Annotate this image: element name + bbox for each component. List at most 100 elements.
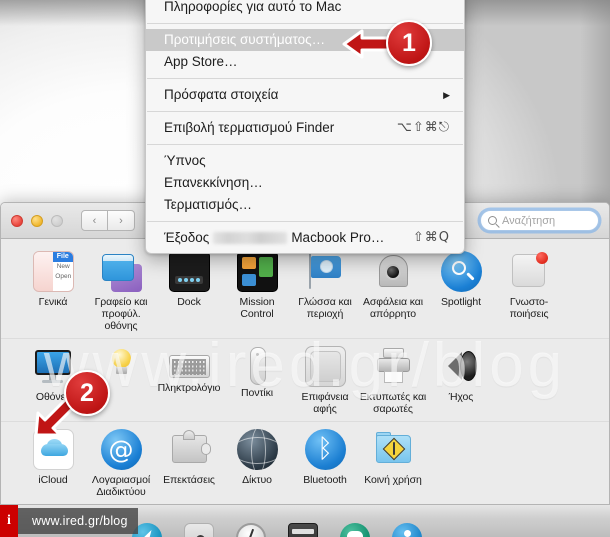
search-area: Αναζήτηση (480, 210, 599, 231)
pref-spotlight[interactable]: Spotlight (427, 251, 495, 332)
submenu-arrow-icon: ▶ (443, 90, 450, 100)
zoom-button (51, 214, 63, 227)
pref-desktop-screensaver[interactable]: Γραφείο και προφύλ. οθόνης (87, 251, 155, 332)
spotlight-icon (440, 251, 482, 292)
back-button[interactable]: ‹ (81, 210, 108, 231)
sharing-icon (373, 429, 414, 470)
pref-trackpad[interactable]: Επιφάνεια αφής (291, 346, 359, 415)
menu-separator (147, 78, 463, 79)
language-region-icon (305, 251, 346, 292)
pref-label: Dock (177, 296, 201, 308)
menu-item-sleep[interactable]: Ύπνος (146, 150, 464, 172)
log-out-suffix: Macbook Pro… (291, 230, 385, 245)
extensions-icon (169, 429, 211, 470)
menu-separator (147, 221, 463, 222)
minimize-button[interactable] (31, 214, 43, 227)
menu-item-label: Επιβολή τερματισμού Finder (164, 120, 335, 135)
search-placeholder: Αναζήτηση (502, 214, 556, 227)
security-privacy-icon (373, 251, 414, 292)
watermark-url: www.ired.gr/blog (18, 508, 138, 534)
menu-item-log-out[interactable]: Έξοδος Macbook Pro… ⇧⌘Q (146, 227, 464, 249)
sound-icon (441, 346, 482, 387)
pref-label: Επεκτάσεις (163, 474, 215, 486)
pref-label: Γνωστο- ποιήσεις (509, 296, 549, 320)
pref-language-region[interactable]: Γλώσσα και περιοχή (291, 251, 359, 332)
mission-control-icon (236, 251, 278, 292)
pref-network[interactable]: Δίκτυο (223, 429, 291, 498)
pref-label: Γενικά (38, 296, 68, 308)
pref-label: Πληκτρολόγιο (157, 382, 221, 394)
traffic-lights (11, 214, 63, 227)
menu-item-shortcut: ⇧⌘Q (412, 230, 450, 245)
pref-label: Γλώσσα και περιοχή (298, 296, 352, 320)
pref-extensions[interactable]: Επεκτάσεις (155, 429, 223, 498)
dock-icons (118, 523, 610, 537)
general-icon: File New Open (32, 251, 74, 292)
preferences-row-1: File New Open Γενικά Γραφείο και προφύλ. ο… (1, 243, 609, 338)
pref-sharing[interactable]: Κοινή χρήση (359, 429, 427, 498)
pref-label: Λογαριασμοί Διαδικτύου (91, 474, 151, 498)
log-out-user-redacted (213, 232, 288, 244)
pref-bluetooth[interactable]: ᛒ Bluetooth (291, 429, 359, 498)
mail-icon[interactable] (184, 523, 214, 537)
pref-label: Ποντίκι (240, 387, 274, 399)
pref-label: Κοινή χρήση (364, 474, 422, 486)
notifications-icon (509, 251, 550, 292)
contacts-icon[interactable] (392, 523, 422, 537)
pref-label: Bluetooth (303, 474, 347, 486)
pref-sound[interactable]: Ήχος (427, 346, 495, 415)
mouse-icon (237, 346, 278, 387)
menu-item-shortcut: ⌥⇧⌘⎋ (396, 120, 450, 135)
menu-separator (147, 144, 463, 145)
pref-label: iCloud (38, 474, 68, 486)
pref-label: Επιφάνεια αφής (301, 391, 349, 415)
menu-item-label: Επανεκκίνηση… (164, 175, 263, 190)
pref-general[interactable]: File New Open Γενικά (19, 251, 87, 332)
callout-badge-1: 1 (386, 20, 432, 66)
dock-icon (168, 251, 210, 292)
search-input[interactable]: Αναζήτηση (480, 210, 599, 231)
pref-label: Γραφείο και προφύλ. οθόνης (94, 296, 148, 332)
site-watermark-tag: i www.ired.gr/blog (0, 505, 138, 537)
keyboard-icon (168, 355, 210, 378)
printers-scanners-icon (373, 346, 414, 387)
network-icon (236, 429, 278, 470)
forward-button[interactable]: › (108, 210, 135, 231)
pref-label: Ήχος (448, 391, 474, 403)
pref-mission-control[interactable]: Mission Control (223, 251, 291, 332)
screenshot-root: ‹ › Αναζήτηση File New Open Γενικά Γραφε… (0, 0, 610, 537)
pref-printers-scanners[interactable]: Εκτυπωτές και σαρωτές (359, 346, 427, 415)
close-button[interactable] (11, 214, 23, 227)
menu-item-about-this-mac[interactable]: Πληροφορίες για αυτό το Mac (146, 0, 464, 18)
menu-item-label: Τερματισμός… (164, 197, 253, 212)
messages-icon[interactable] (340, 523, 370, 537)
menu-item-label: Πληροφορίες για αυτό το Mac (164, 0, 342, 14)
clock-icon[interactable] (236, 523, 266, 537)
menu-item-shut-down[interactable]: Τερματισμός… (146, 194, 464, 216)
pref-notifications[interactable]: Γνωστο- ποιήσεις (495, 251, 563, 332)
pref-label: Εκτυπωτές και σαρωτές (359, 391, 427, 415)
calculator-icon[interactable] (288, 523, 318, 537)
menu-item-label: Πρόσφατα στοιχεία (164, 87, 279, 102)
callout-badge-2: 2 (64, 370, 110, 416)
menu-item-force-quit-finder[interactable]: Επιβολή τερματισμού Finder ⌥⇧⌘⎋ (146, 117, 464, 139)
menu-item-recent-items[interactable]: Πρόσφατα στοιχεία ▶ (146, 84, 464, 106)
pref-mouse[interactable]: Ποντίκι (223, 346, 291, 415)
pref-dock[interactable]: Dock (155, 251, 223, 332)
pref-label: Ασφάλεια και απόρρητο (363, 296, 423, 320)
pref-internet-accounts[interactable]: @ Λογαριασμοί Διαδικτύου (87, 429, 155, 498)
desktop-screensaver-icon (101, 251, 142, 292)
pref-label: Spotlight (441, 296, 481, 308)
internet-accounts-icon: @ (100, 429, 142, 470)
pref-keyboard[interactable]: Πληκτρολόγιο (155, 346, 223, 415)
ired-logo-icon: i (0, 505, 18, 537)
pref-security-privacy[interactable]: Ασφάλεια και απόρρητο (359, 251, 427, 332)
menu-item-restart[interactable]: Επανεκκίνηση… (146, 172, 464, 194)
log-out-prefix: Έξοδος (164, 230, 210, 245)
menu-item-label: Έξοδος Macbook Pro… (164, 227, 395, 249)
navigation-buttons: ‹ › (81, 210, 135, 231)
menu-separator (147, 111, 463, 112)
menu-item-label: Ύπνος (164, 153, 206, 168)
pref-label: Δίκτυο (242, 474, 272, 486)
trackpad-icon (304, 346, 346, 387)
